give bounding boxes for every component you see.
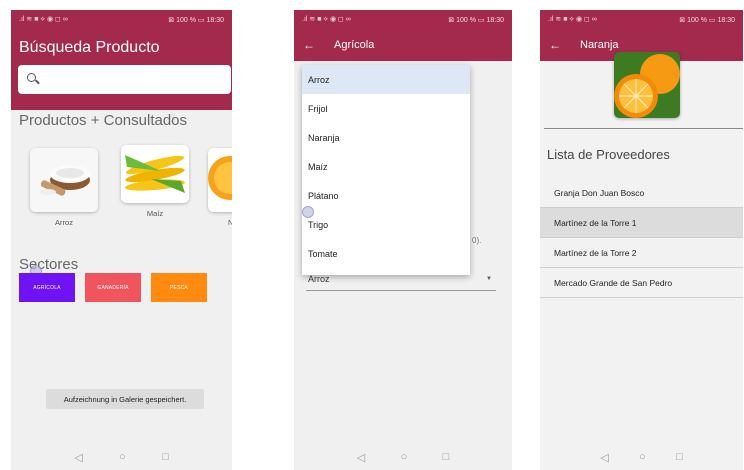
screen-busqueda: .ıl ≋ ■ ⟡ ◉ ◻ ∞ ⊠ 100 % ▭ 18:30 Búsqueda… [11,10,232,470]
search-icon [27,73,36,82]
back-arrow-icon[interactable]: ← [294,38,324,52]
product-label: Arroz [55,218,73,227]
dropdown-underline [306,290,496,291]
obscured-text-fragment: 0). [472,236,482,245]
dropdown-selected-value[interactable]: Arroz [308,274,330,284]
sector-ganaderia-button[interactable]: GANADERÍA [85,273,141,302]
orange-image [208,148,232,212]
status-right: ⊠ 100 % ▭ 18:30 [679,16,735,24]
nav-bar: ◁ ○ □ [11,444,232,470]
providers-title: Lista de Proveedores [547,147,670,162]
dropdown-option[interactable]: Maíz [302,152,470,181]
back-nav-icon[interactable]: ◁ [600,451,608,464]
status-left: .ıl ≋ ■ ⟡ ◉ ◻ ∞ [548,16,597,23]
page-title: Agrícola [334,39,375,51]
recent-nav-icon[interactable]: □ [162,451,169,463]
dropdown-option[interactable]: Frijol [302,94,470,123]
toast-message: Aufzeichnung in Galerie gespeichert. [46,389,204,409]
page-title: Búsqueda Producto [19,39,160,56]
status-right: ⊠ 100 % ▭ 18:30 [448,16,504,24]
touch-indicator [302,206,314,218]
status-bar: .ıl ≋ ■ ⟡ ◉ ◻ ∞ ⊠ 100 % ▭ 18:30 [540,10,743,29]
product-card-arroz[interactable]: Arroz [30,148,98,227]
nav-bar: ◁ ○ □ [540,444,743,470]
recent-nav-icon[interactable]: □ [443,451,450,463]
divider [544,128,743,129]
dropdown-option[interactable]: Plátano [302,181,470,210]
status-left: .ıl ≋ ■ ⟡ ◉ ◻ ∞ [302,16,351,23]
product-label: Maíz [146,209,164,218]
product-card-naranja[interactable]: N [208,148,232,227]
sector-agricola-button[interactable]: AGRÍCOLA [19,273,75,302]
dropdown-option[interactable]: Trigo [302,210,470,239]
screen-naranja: .ıl ≋ ■ ⟡ ◉ ◻ ∞ ⊠ 100 % ▭ 18:30 ← Naranj… [540,10,743,470]
corn-image [121,145,189,203]
back-arrow-icon[interactable]: ← [540,38,570,52]
dropdown-arrow-icon[interactable]: ▼ [486,276,492,282]
products-title: Productos + Consultados [19,112,188,129]
orange-hero-image [614,52,680,118]
dropdown-option[interactable]: Arroz [302,65,470,94]
dropdown-option[interactable]: Tomate [302,239,470,268]
app-bar: ← Agrícola [294,29,512,61]
page-title: Naranja [580,39,619,51]
app-bar: Búsqueda Producto [11,29,232,110]
status-left: .ıl ≋ ■ ⟡ ◉ ◻ ∞ [19,16,68,23]
home-nav-icon[interactable]: ○ [401,451,408,463]
status-bar: .ıl ≋ ■ ⟡ ◉ ◻ ∞ ⊠ 100 % ▭ 18:30 [11,10,232,29]
sectors-title: Sectores [19,256,79,273]
provider-item[interactable]: Martínez de la Torre 1 [540,208,743,238]
back-nav-icon[interactable]: ◁ [357,451,365,464]
home-nav-icon[interactable]: ○ [639,451,646,463]
home-nav-icon[interactable]: ○ [119,451,126,463]
provider-item[interactable]: Martínez de la Torre 2 [540,238,743,268]
rice-image [30,148,98,212]
dropdown-option[interactable]: Naranja [302,123,470,152]
product-card-maiz[interactable]: Maíz [121,145,189,218]
back-nav-icon[interactable]: ◁ [74,451,82,464]
dropdown-menu: Arroz Frijol Naranja Maíz Plátano Trigo … [302,65,470,275]
screen-agricola: .ıl ≋ ■ ⟡ ◉ ◻ ∞ ⊠ 100 % ▭ 18:30 ← Agríco… [294,10,512,470]
status-bar: .ıl ≋ ■ ⟡ ◉ ◻ ∞ ⊠ 100 % ▭ 18:30 [294,10,512,29]
recent-nav-icon[interactable]: □ [676,451,683,463]
status-right: ⊠ 100 % ▭ 18:30 [168,16,224,24]
provider-item[interactable]: Granja Don Juan Bosco [540,178,743,208]
nav-bar: ◁ ○ □ [294,444,512,470]
provider-item[interactable]: Mercado Grande de San Pedro [540,268,743,298]
sector-pesca-button[interactable]: PESCA [151,273,207,302]
search-input[interactable] [18,65,231,94]
product-label: N [228,218,232,227]
